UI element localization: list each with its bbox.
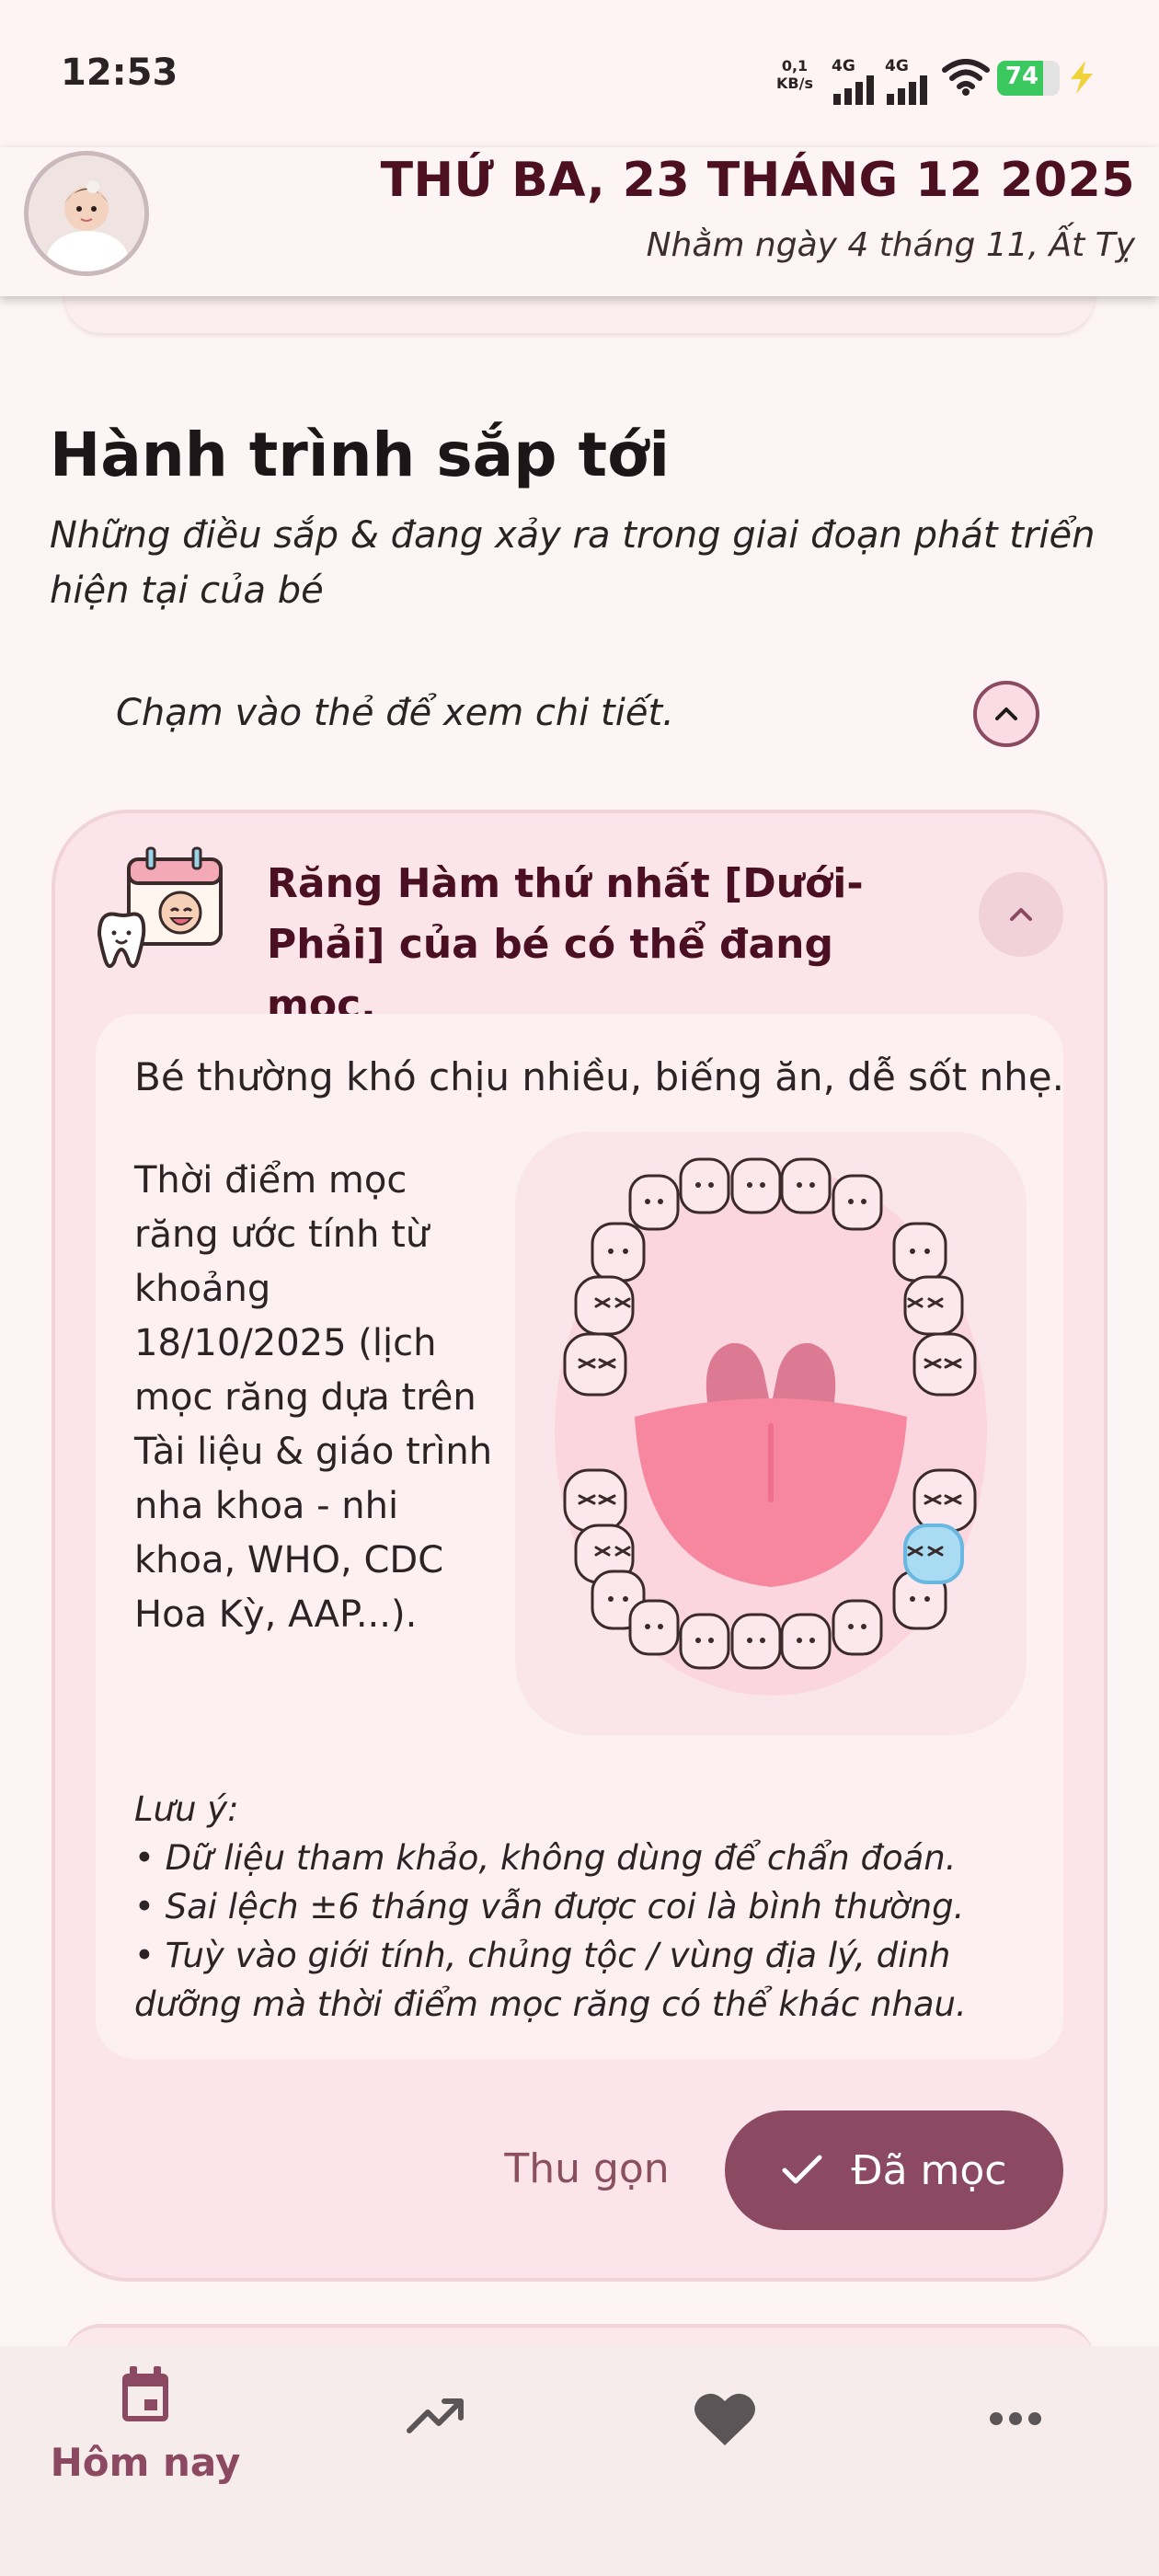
check-icon [782, 2155, 822, 2184]
signal-4g-2: 4G [885, 57, 931, 109]
status-time: 12:53 [61, 52, 178, 94]
teeth-chart [515, 1132, 1027, 1735]
bolt-icon [1071, 61, 1093, 94]
network-speed-unit: KB/s [776, 75, 813, 92]
nav-more[interactable] [914, 2410, 1117, 2431]
section-title: Hành trình sắp tới [50, 420, 670, 490]
signal-4g-1: 4G [832, 57, 878, 109]
chevron-up-icon [995, 707, 1017, 720]
signal-label: 4G [832, 57, 855, 75]
signal-bars-icon [833, 75, 874, 105]
lunar-date: Nhằm ngày 4 tháng 11, Ất Tỵ [646, 226, 1135, 264]
note-item: • Sai lệch ±6 tháng vẫn được coi là bình… [134, 1887, 965, 1926]
card-title: Răng Hàm thứ nhất [Dưới-Phải] của bé có … [267, 860, 864, 1029]
more-horizontal-icon [990, 2412, 1041, 2425]
symptom-text: Bé thường khó chịu nhiều, biếng ăn, dễ s… [134, 1054, 1064, 1099]
calendar-icon [122, 2366, 168, 2421]
teething-calendar-icon [97, 846, 223, 969]
chevron-up-icon [1010, 908, 1032, 921]
page-title-date: THỨ BA, 23 THÁNG 12 2025 [380, 153, 1135, 208]
signal-label: 4G [885, 57, 909, 75]
network-speed-value: 0,1 [781, 57, 809, 75]
trending-up-icon [407, 2398, 464, 2433]
battery-level: 74 [1004, 63, 1039, 90]
collapse-all-button[interactable] [973, 681, 1039, 747]
eruption-estimate-text: Thời điểm mọc răng ước tính từ khoảng 18… [134, 1159, 493, 1636]
note-title: Lưu ý: [134, 1789, 239, 1829]
wifi-icon [942, 59, 990, 96]
mark-erupted-button[interactable]: Đã mọc [725, 2110, 1063, 2230]
baby-photo [29, 155, 144, 271]
note-item: • Tuỳ vào giới tính, chủng tộc / vùng đị… [134, 1936, 967, 2024]
disclaimer: Lưu ý: • Dữ liệu tham khảo, không dùng đ… [134, 1785, 1036, 2029]
nav-favorites[interactable] [624, 2390, 826, 2453]
section-subtitle: Những điều sắp & đang xảy ra trong giai … [50, 514, 1096, 612]
card-collapse-button[interactable] [979, 872, 1063, 957]
heart-icon [694, 2393, 755, 2445]
teeth-diagram [555, 1157, 987, 1696]
nav-today-label: Hôm nay [50, 2440, 241, 2485]
signal-bars-icon [887, 75, 927, 105]
collapse-button[interactable]: Thu gọn [504, 2140, 670, 2199]
nav-today[interactable]: Hôm nay [44, 2364, 247, 2485]
hint-text: Chạm vào thẻ để xem chi tiết. [116, 692, 674, 734]
network-speed: 0,1 KB/s [776, 57, 813, 92]
battery-indicator: 74 [997, 61, 1060, 96]
nav-growth[interactable] [335, 2396, 537, 2440]
highlighted-tooth [903, 1524, 964, 1584]
note-item: • Dữ liệu tham khảo, không dùng để chẩn … [134, 1838, 957, 1878]
avatar[interactable] [24, 151, 149, 276]
mark-erupted-label: Đã mọc [851, 2146, 1007, 2194]
